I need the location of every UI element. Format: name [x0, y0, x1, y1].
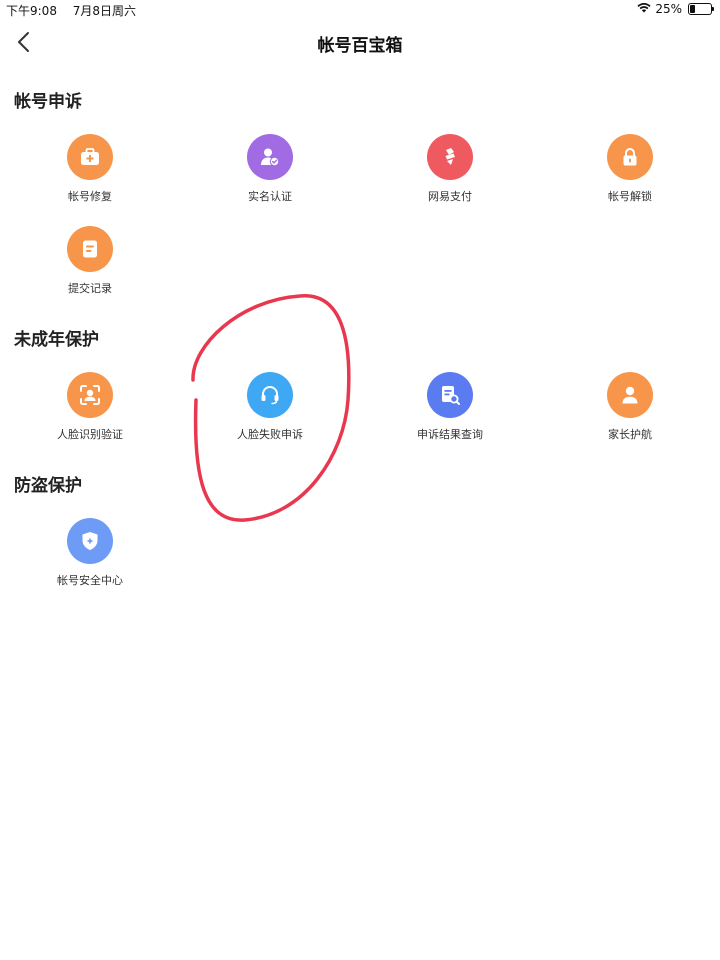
account-security-center-item[interactable]: 帐号安全中心	[20, 518, 160, 588]
status-bar: 下午9:08 7月8日周六 25%	[0, 0, 720, 20]
section-title-minor-protection: 未成年保护	[14, 330, 99, 350]
real-name-verify-item[interactable]: 实名认证	[200, 134, 340, 204]
netease-pay-icon	[445, 148, 455, 165]
account-repair-item[interactable]: 帐号修复	[20, 134, 160, 204]
section-title-account-appeal: 帐号申诉	[14, 92, 82, 112]
status-date: 7月8日周六	[72, 4, 137, 18]
shield-icon	[82, 532, 98, 550]
submission-record-icon-circle	[67, 226, 113, 272]
face-scan-icon	[80, 385, 100, 405]
submission-record-label: 提交记录	[68, 282, 112, 295]
appeal-result-query-label: 申诉结果查询	[417, 428, 483, 441]
netease-pay-item[interactable]: 网易支付	[380, 134, 520, 204]
document-icon	[83, 240, 97, 258]
submission-record-item[interactable]: 提交记录	[20, 226, 160, 296]
headset-icon	[261, 386, 279, 405]
face-fail-appeal-icon-circle	[247, 372, 293, 418]
account-security-center-icon-circle	[67, 518, 113, 564]
netease-pay-label: 网易支付	[428, 190, 472, 203]
wifi-icon	[637, 2, 651, 16]
battery-icon	[688, 3, 714, 15]
section-title-theft-protection: 防盗保护	[14, 476, 82, 496]
face-fail-appeal-label: 人脸失败申诉	[237, 428, 303, 441]
face-verify-item[interactable]: 人脸识别验证	[20, 372, 160, 442]
battery-level	[690, 5, 695, 13]
parent-guard-icon-circle	[607, 372, 653, 418]
appeal-result-query-item[interactable]: 申诉结果查询	[380, 372, 520, 442]
status-time: 下午9:08	[6, 4, 57, 18]
user-verified-icon	[261, 148, 280, 167]
nav-bar: 帐号百宝箱	[0, 20, 720, 64]
real-name-verify-icon-circle	[247, 134, 293, 180]
document-search-icon	[442, 386, 460, 405]
battery-percent: 25%	[655, 2, 682, 16]
parent-user-icon	[622, 386, 638, 404]
account-repair-label: 帐号修复	[68, 190, 112, 203]
account-repair-icon-circle	[67, 134, 113, 180]
real-name-verify-label: 实名认证	[248, 190, 292, 203]
parent-guard-item[interactable]: 家长护航	[560, 372, 700, 442]
status-right: 25%	[637, 2, 714, 16]
account-unlock-label: 帐号解锁	[608, 190, 652, 203]
netease-pay-icon-circle	[427, 134, 473, 180]
face-verify-label: 人脸识别验证	[57, 428, 123, 441]
medical-case-icon	[81, 148, 99, 165]
status-left: 下午9:08 7月8日周六	[6, 2, 148, 19]
page-title: 帐号百宝箱	[317, 36, 403, 56]
unlock-icon	[623, 148, 637, 166]
face-fail-appeal-item[interactable]: 人脸失败申诉	[200, 372, 340, 442]
appeal-result-query-icon-circle	[427, 372, 473, 418]
face-verify-icon-circle	[67, 372, 113, 418]
account-unlock-item[interactable]: 帐号解锁	[560, 134, 700, 204]
parent-guard-label: 家长护航	[608, 428, 652, 441]
account-unlock-icon-circle	[607, 134, 653, 180]
account-security-center-label: 帐号安全中心	[57, 574, 123, 587]
